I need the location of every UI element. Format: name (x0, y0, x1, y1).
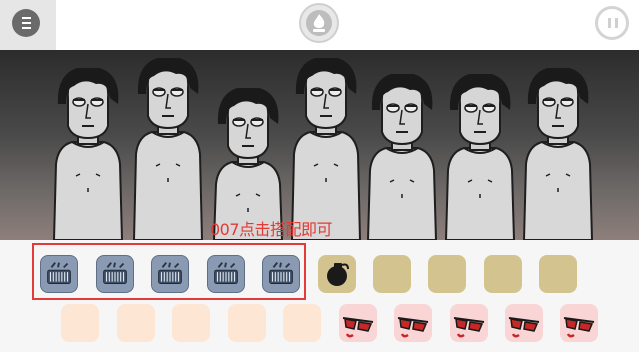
row2-melody-slot[interactable] (61, 304, 99, 342)
row2-melody-slot[interactable] (117, 304, 155, 342)
grenade-icon (318, 255, 356, 293)
sunglasses-icon (394, 304, 432, 342)
row1-effect-slot[interactable] (484, 255, 522, 293)
top-bar (0, 0, 639, 50)
performer-character[interactable] (286, 58, 366, 240)
row1-effect-slot[interactable] (318, 255, 356, 293)
sunglasses-icon (339, 304, 377, 342)
pause-icon[interactable] (595, 6, 629, 40)
menu-area (0, 0, 56, 50)
performer-character[interactable] (48, 68, 128, 240)
performer-character[interactable] (440, 74, 520, 240)
menu-icon[interactable] (12, 9, 40, 37)
selection-highlight (32, 243, 306, 300)
row1-effect-slot[interactable] (373, 255, 411, 293)
performer-character[interactable] (518, 68, 598, 240)
row2-voice-slot[interactable] (450, 304, 488, 342)
sunglasses-icon (505, 304, 543, 342)
row2-voice-slot[interactable] (339, 304, 377, 342)
row2-melody-slot[interactable] (283, 304, 321, 342)
sunglasses-icon (560, 304, 598, 342)
row2-voice-slot[interactable] (560, 304, 598, 342)
flame-logo-icon[interactable] (299, 3, 339, 43)
performer-character[interactable] (208, 88, 288, 240)
row2-voice-slot[interactable] (394, 304, 432, 342)
row1-effect-slot[interactable] (428, 255, 466, 293)
row2-voice-slot[interactable] (505, 304, 543, 342)
row2-melody-slot[interactable] (228, 304, 266, 342)
sunglasses-icon (450, 304, 488, 342)
row1-effect-slot[interactable] (539, 255, 577, 293)
hint-text: 007点击搭配即可 (210, 220, 333, 239)
row2-melody-slot[interactable] (172, 304, 210, 342)
performer-stage (0, 50, 639, 240)
performer-character[interactable] (362, 74, 442, 240)
performer-character[interactable] (128, 58, 208, 240)
game-screen: 007点击搭配即可 (0, 0, 639, 352)
